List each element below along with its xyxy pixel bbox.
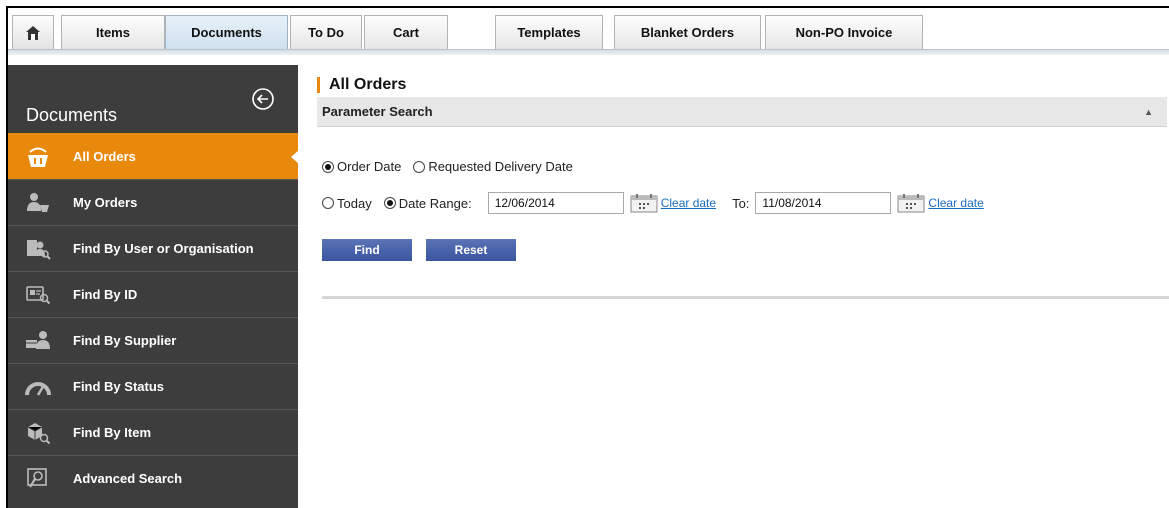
- to-label: To:: [732, 195, 750, 211]
- sidebar-item-all-orders[interactable]: All Orders: [8, 133, 299, 179]
- tab-to-do[interactable]: To Do: [290, 15, 362, 49]
- page-title: All Orders: [317, 74, 1167, 98]
- sidebar-item-find-by-status[interactable]: Find By Status: [8, 363, 298, 409]
- clear-to-date-link[interactable]: Clear date: [928, 196, 983, 210]
- reset-button[interactable]: Reset: [426, 239, 516, 261]
- top-tab-bar: Items Documents To Do Cart Templates Bla…: [8, 8, 1169, 55]
- date-type-row: Order Date Requested Delivery Date: [322, 159, 585, 174]
- order-date-radio[interactable]: [322, 160, 334, 173]
- sidebar-item-label: Find By Item: [73, 425, 152, 440]
- tab-non-po-invoice[interactable]: Non-PO Invoice: [765, 15, 923, 49]
- parameter-search-header[interactable]: Parameter Search ▲: [317, 97, 1167, 127]
- advanced-search-icon: [23, 465, 53, 493]
- collapse-triangle-icon[interactable]: ▲: [1144, 107, 1153, 117]
- item-search-icon: [23, 419, 53, 447]
- date-scope-row: Today Date Range: Clear date To: Clea: [322, 192, 984, 214]
- today-radio[interactable]: [322, 197, 334, 209]
- sidebar-item-find-by-supplier[interactable]: Find By Supplier: [8, 317, 298, 363]
- sidebar-item-label: Advanced Search: [73, 471, 183, 486]
- clear-from-date-link[interactable]: Clear date: [661, 196, 716, 210]
- sidebar-item-label: Find By Supplier: [73, 333, 177, 348]
- tab-underline: [8, 49, 1169, 55]
- requested-delivery-date-radio[interactable]: [413, 160, 426, 173]
- id-search-icon: [23, 281, 53, 309]
- sidebar-item-label: Find By User or Organisation: [73, 241, 254, 256]
- gauge-icon: [23, 373, 53, 401]
- section-divider: [322, 296, 1169, 299]
- calendar-icon[interactable]: [630, 193, 658, 213]
- sidebar-item-label: All Orders: [73, 149, 136, 164]
- basket-icon: [23, 143, 53, 171]
- app-frame: Items Documents To Do Cart Templates Bla…: [6, 6, 1169, 508]
- sidebar-header: Documents: [8, 65, 298, 133]
- sidebar-item-label: Find By ID: [73, 287, 138, 302]
- sidebar-title: Documents: [26, 105, 118, 125]
- sidebar-item-my-orders[interactable]: My Orders: [8, 179, 298, 225]
- sidebar-item-find-by-id[interactable]: Find By ID: [8, 271, 298, 317]
- user-search-icon: [23, 235, 53, 263]
- calendar-icon[interactable]: [897, 193, 925, 213]
- find-button[interactable]: Find: [322, 239, 412, 261]
- sidebar: Documents All Orders My Orders Find By U…: [8, 65, 299, 508]
- today-label: Today: [337, 195, 372, 211]
- collapse-arrow-icon[interactable]: [251, 87, 275, 111]
- user-cart-icon: [23, 189, 53, 217]
- home-tab[interactable]: [12, 15, 54, 49]
- sidebar-item-find-by-user-or-organisation[interactable]: Find By User or Organisation: [8, 225, 298, 271]
- sidebar-item-label: My Orders: [73, 195, 138, 210]
- supplier-icon: [23, 327, 53, 355]
- requested-delivery-date-label: Requested Delivery Date: [428, 159, 573, 174]
- sidebar-item-find-by-item[interactable]: Find By Item: [8, 409, 298, 455]
- home-icon: [26, 25, 40, 40]
- tab-templates[interactable]: Templates: [495, 15, 603, 49]
- action-buttons: Find Reset: [322, 239, 530, 261]
- tab-blanket-orders[interactable]: Blanket Orders: [614, 15, 761, 49]
- from-date-input[interactable]: [487, 192, 624, 214]
- date-range-radio[interactable]: [383, 197, 396, 209]
- order-date-label: Order Date: [337, 159, 402, 174]
- sidebar-item-label: Find By Status: [73, 379, 165, 394]
- main-content: All Orders Parameter Search ▲ Order Date…: [317, 74, 1169, 299]
- date-range-label: Date Range:: [398, 195, 472, 211]
- tab-cart[interactable]: Cart: [364, 15, 448, 49]
- panel-title: Parameter Search: [322, 104, 433, 119]
- tab-items[interactable]: Items: [61, 15, 165, 49]
- to-date-input[interactable]: [755, 192, 892, 214]
- sidebar-item-advanced-search[interactable]: Advanced Search: [8, 455, 298, 501]
- tab-documents[interactable]: Documents: [165, 15, 288, 49]
